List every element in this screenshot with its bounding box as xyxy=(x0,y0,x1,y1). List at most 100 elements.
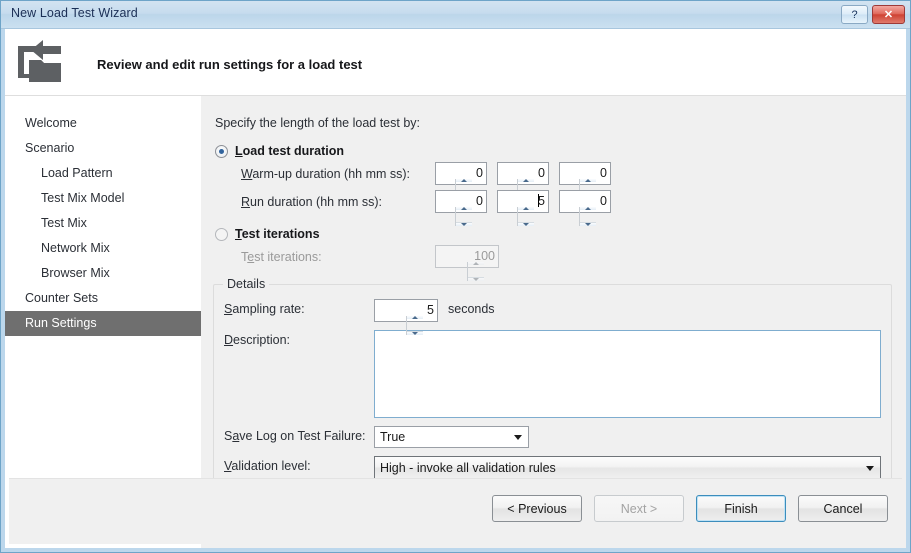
sidebar-item-scenario[interactable]: Scenario xyxy=(5,136,201,161)
load-test-wizard-icon xyxy=(18,40,61,82)
run-seconds-stepper[interactable]: 0 xyxy=(559,190,611,226)
spin-up-icon[interactable] xyxy=(456,207,472,210)
run-duration-spinners: 0 5 0 xyxy=(435,190,617,226)
sidebar-item-test-mix[interactable]: Test Mix xyxy=(5,211,201,236)
run-minutes-buttons[interactable] xyxy=(517,207,534,226)
save-log-select[interactable]: True xyxy=(374,426,529,448)
warmup-minutes-stepper[interactable]: 0 xyxy=(497,162,549,198)
chevron-down-icon[interactable] xyxy=(866,465,874,471)
accelerator: a xyxy=(232,429,240,443)
title-bar-buttons: ? ✕ xyxy=(841,5,905,24)
validation-level-label: Validation level: xyxy=(224,459,311,473)
spin-up-icon[interactable] xyxy=(580,207,596,210)
title-bar: New Load Test Wizard ? ✕ xyxy=(1,1,910,29)
sidebar-nav-list: Welcome Scenario Load Pattern Test Mix Mode… xyxy=(5,111,201,336)
sidebar-item-browser-mix[interactable]: Browser Mix xyxy=(5,261,201,286)
validation-level-value: High - invoke all validation rules xyxy=(380,460,556,475)
sampling-rate-row: Sampling rate: 5 seconds xyxy=(224,299,881,335)
sidebar-item-network-mix[interactable]: Network Mix xyxy=(5,236,201,261)
spin-down-icon[interactable] xyxy=(456,222,472,226)
sampling-rate-stepper[interactable]: 5 xyxy=(374,299,438,335)
spin-up-icon[interactable] xyxy=(518,207,534,210)
wizard-body: Welcome Scenario Load Pattern Test Mix Mode… xyxy=(5,96,906,548)
sidebar-item-test-mix-model[interactable]: Test Mix Model xyxy=(5,186,201,211)
validation-level-select[interactable]: High - invoke all validation rules xyxy=(374,456,881,479)
sidebar-item-welcome[interactable]: Welcome xyxy=(5,111,201,136)
accelerator: V xyxy=(224,459,232,473)
chevron-down-icon[interactable] xyxy=(514,435,522,440)
warmup-seconds-stepper[interactable]: 0 xyxy=(559,162,611,198)
next-button: Next > xyxy=(594,495,684,522)
radio-load-test-duration[interactable]: Load test duration xyxy=(215,144,892,158)
sidebar-item-counter-sets[interactable]: Counter Sets xyxy=(5,286,201,311)
wizard-header: Review and edit run settings for a load … xyxy=(5,29,906,96)
warmup-duration-row: Warm-up duration (hh mm ss): 0 0 0 xyxy=(213,162,892,198)
radio-load-test-duration-indicator[interactable] xyxy=(215,144,228,158)
save-log-row: Save Log on Test Failure: True xyxy=(224,426,881,448)
page-title: Review and edit run settings for a load … xyxy=(97,57,363,72)
accelerator: D xyxy=(224,333,234,347)
details-group: Details Sampling rate: 5 seconds Descrip… xyxy=(213,277,892,494)
wizard-window: New Load Test Wizard ? ✕ Review and edit… xyxy=(0,0,911,553)
sidebar-item-load-pattern[interactable]: Load Pattern xyxy=(5,161,201,186)
accelerator: e xyxy=(247,249,255,264)
run-minutes-text: 5 xyxy=(538,194,545,208)
spin-up-icon[interactable] xyxy=(518,179,534,182)
warmup-hours-stepper[interactable]: 0 xyxy=(435,162,487,198)
next-button-label: Next > xyxy=(620,501,658,516)
test-iterations-row: Test iterations: 100 xyxy=(213,245,892,281)
warmup-duration-spinners: 0 0 0 xyxy=(435,162,617,198)
sampling-rate-unit: seconds xyxy=(448,302,495,316)
finish-button[interactable]: Finish xyxy=(696,495,786,522)
save-log-value: True xyxy=(380,430,406,444)
spin-down-icon[interactable] xyxy=(407,331,423,335)
accelerator: S xyxy=(224,302,233,316)
radio-test-iterations-indicator[interactable] xyxy=(215,227,228,241)
radio-test-iterations-label: Test iterations xyxy=(235,227,320,241)
accelerator: R xyxy=(241,194,251,209)
sidebar-item-run-settings[interactable]: Run Settings xyxy=(5,311,201,336)
run-minutes-stepper[interactable]: 5 xyxy=(497,190,549,226)
spin-down-icon[interactable] xyxy=(580,222,596,226)
save-log-label: Save Log on Test Failure: xyxy=(224,429,366,443)
test-iterations-stepper: 100 xyxy=(435,245,499,281)
previous-button-label: < Previous xyxy=(507,501,567,516)
spin-up-icon[interactable] xyxy=(580,179,596,182)
radio-load-test-duration-label: Load test duration xyxy=(235,144,345,158)
accelerator: W xyxy=(241,166,253,181)
spin-up-icon[interactable] xyxy=(456,179,472,182)
spin-up-icon[interactable] xyxy=(407,316,423,319)
accelerator: T xyxy=(235,227,242,241)
details-group-title: Details xyxy=(223,277,270,291)
content-inner: Specify the length of the load test by: … xyxy=(213,116,892,494)
validation-level-row: Validation level: High - invoke all vali… xyxy=(224,456,881,479)
help-button[interactable]: ? xyxy=(841,5,868,24)
spin-up-icon xyxy=(468,262,484,265)
description-input[interactable] xyxy=(374,330,881,418)
previous-button[interactable]: < Previous xyxy=(492,495,582,522)
description-row: Description: xyxy=(224,330,881,418)
cancel-button[interactable]: Cancel xyxy=(798,495,888,522)
test-iterations-buttons xyxy=(467,262,484,281)
finish-button-label: Finish xyxy=(724,501,758,516)
spin-down-icon[interactable] xyxy=(518,222,534,226)
run-duration-label: Run duration (hh mm ss): xyxy=(241,194,383,209)
run-seconds-buttons[interactable] xyxy=(579,207,596,226)
wizard-footer: < Previous Next > Finish Cancel xyxy=(9,478,902,544)
close-button[interactable]: ✕ xyxy=(872,5,905,24)
run-hours-buttons[interactable] xyxy=(455,207,472,226)
test-iterations-label: Test iterations: xyxy=(241,249,322,264)
accelerator: L xyxy=(235,144,243,158)
sampling-rate-label: Sampling rate: xyxy=(224,302,305,316)
run-duration-row: Run duration (hh mm ss): 0 5 0 xyxy=(213,190,892,226)
footer-divider xyxy=(9,478,902,479)
radio-test-iterations[interactable]: Test iterations xyxy=(215,227,892,241)
sidebar-top-spacer xyxy=(5,96,201,111)
sampling-rate-buttons[interactable] xyxy=(406,316,423,335)
cancel-button-label: Cancel xyxy=(823,501,863,516)
warmup-duration-label: Warm-up duration (hh mm ss): xyxy=(241,166,411,181)
description-label: Description: xyxy=(224,333,291,347)
lead-text: Specify the length of the load test by: xyxy=(215,116,420,130)
window-title: New Load Test Wizard xyxy=(11,6,138,20)
run-hours-stepper[interactable]: 0 xyxy=(435,190,487,226)
